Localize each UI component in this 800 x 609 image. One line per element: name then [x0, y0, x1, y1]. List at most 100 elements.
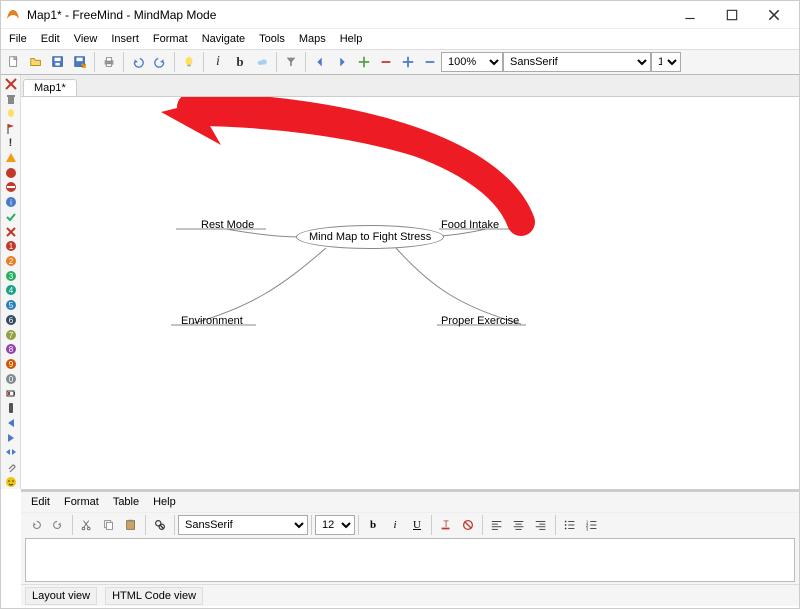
bold-button[interactable]: b [229, 51, 251, 73]
paperclip-icon[interactable] [3, 460, 19, 475]
saveas-button[interactable] [69, 51, 91, 73]
ed-redo-button[interactable] [47, 514, 69, 536]
filter-button[interactable] [280, 51, 302, 73]
prio0-icon[interactable]: 0 [3, 371, 19, 386]
icon-palette: ! i 1 2 3 4 5 6 7 8 9 0 [1, 75, 21, 489]
remove-button[interactable] [375, 51, 397, 73]
x-red-icon[interactable] [3, 77, 19, 92]
new-button[interactable] [3, 51, 25, 73]
ed-font-select[interactable]: SansSerif [178, 515, 308, 535]
save-button[interactable] [47, 51, 69, 73]
ed-number-list-button[interactable]: 123 [581, 514, 603, 536]
phone-icon[interactable] [3, 401, 19, 416]
undo-button[interactable] [127, 51, 149, 73]
prio8-icon[interactable]: 8 [3, 342, 19, 357]
idea-button[interactable] [178, 51, 200, 73]
flag-icon[interactable] [3, 121, 19, 136]
no-entry-icon[interactable] [3, 180, 19, 195]
open-button[interactable] [25, 51, 47, 73]
node-rest-mode[interactable]: Rest Mode [201, 219, 254, 231]
arrow-left-icon[interactable] [3, 416, 19, 431]
check-icon[interactable] [3, 209, 19, 224]
ed-cut-button[interactable] [76, 514, 98, 536]
svg-text:3: 3 [8, 272, 13, 281]
svg-text:8: 8 [8, 345, 13, 354]
prio7-icon[interactable]: 7 [3, 327, 19, 342]
ed-undo-button[interactable] [25, 514, 47, 536]
ed-align-left-button[interactable] [486, 514, 508, 536]
menu-view[interactable]: View [68, 32, 104, 46]
ed-align-center-button[interactable] [508, 514, 530, 536]
menu-format[interactable]: Format [147, 32, 194, 46]
ed-find-button[interactable] [149, 514, 171, 536]
minimize-button[interactable] [669, 2, 711, 28]
menu-maps[interactable]: Maps [293, 32, 332, 46]
ed-size-select[interactable]: 12 [315, 515, 355, 535]
forward-button[interactable] [331, 51, 353, 73]
menu-edit[interactable]: Edit [35, 32, 66, 46]
editor-textarea[interactable] [25, 538, 795, 582]
add-child-button[interactable] [397, 51, 419, 73]
main-area: ! i 1 2 3 4 5 6 7 8 9 0 Map1* [1, 75, 799, 489]
tab-layout-view[interactable]: Layout view [25, 587, 97, 605]
trash-icon[interactable] [3, 92, 19, 107]
bulb-icon[interactable] [3, 106, 19, 121]
tab-html-code-view[interactable]: HTML Code view [105, 587, 203, 605]
add-sibling-button[interactable] [353, 51, 375, 73]
node-environment[interactable]: Environment [181, 315, 243, 327]
prio4-icon[interactable]: 4 [3, 283, 19, 298]
prio5-icon[interactable]: 5 [3, 298, 19, 313]
smiley-icon[interactable] [3, 474, 19, 489]
stop-icon[interactable] [3, 165, 19, 180]
italic-button[interactable]: i [207, 51, 229, 73]
ed-bullet-list-button[interactable] [559, 514, 581, 536]
ed-underline-button[interactable]: U [406, 514, 428, 536]
ed-copy-button[interactable] [98, 514, 120, 536]
arrows-icon[interactable] [3, 445, 19, 460]
editor-menu-help[interactable]: Help [147, 495, 182, 509]
ed-clearformat-button[interactable] [457, 514, 479, 536]
menu-navigate[interactable]: Navigate [196, 32, 251, 46]
svg-text:4: 4 [8, 286, 13, 295]
maximize-button[interactable] [711, 2, 753, 28]
tab-map1[interactable]: Map1* [23, 79, 77, 96]
ed-align-right-button[interactable] [530, 514, 552, 536]
menu-insert[interactable]: Insert [105, 32, 145, 46]
prio3-icon[interactable]: 3 [3, 268, 19, 283]
ed-bold-button[interactable]: b [362, 514, 384, 536]
ed-fontcolor-button[interactable]: T [435, 514, 457, 536]
prio1-icon[interactable]: 1 [3, 239, 19, 254]
close-button[interactable] [753, 2, 795, 28]
back-button[interactable] [309, 51, 331, 73]
warning-icon[interactable] [3, 151, 19, 166]
arrow-right-icon[interactable] [3, 430, 19, 445]
prio2-icon[interactable]: 2 [3, 254, 19, 269]
redo-button[interactable] [149, 51, 171, 73]
prio6-icon[interactable]: 6 [3, 313, 19, 328]
node-proper-exercise[interactable]: Proper Exercise [441, 315, 519, 327]
cloud-button[interactable] [251, 51, 273, 73]
remove-child-button[interactable] [419, 51, 441, 73]
editor-menu-edit[interactable]: Edit [25, 495, 56, 509]
window-title: Map1* - FreeMind - MindMap Mode [27, 8, 669, 22]
exclam-icon[interactable]: ! [3, 136, 19, 151]
editor-menu-format[interactable]: Format [58, 495, 105, 509]
menu-help[interactable]: Help [334, 32, 369, 46]
svg-text:0: 0 [8, 375, 13, 384]
battery-icon[interactable] [3, 386, 19, 401]
menu-tools[interactable]: Tools [253, 32, 291, 46]
zoom-select[interactable]: 100% [441, 52, 503, 72]
print-button[interactable] [98, 51, 120, 73]
ed-italic-button[interactable]: i [384, 514, 406, 536]
prio9-icon[interactable]: 9 [3, 357, 19, 372]
ed-paste-button[interactable] [120, 514, 142, 536]
editor-menu-table[interactable]: Table [107, 495, 145, 509]
node-food-intake[interactable]: Food Intake [441, 219, 499, 231]
size-select[interactable]: 12 [651, 52, 681, 72]
cross-icon[interactable] [3, 224, 19, 239]
font-select[interactable]: SansSerif [503, 52, 651, 72]
mindmap-canvas[interactable]: Mind Map to Fight Stress Rest Mode Food … [21, 97, 799, 489]
menu-file[interactable]: File [3, 32, 33, 46]
info-icon[interactable]: i [3, 195, 19, 210]
mindmap-root-node[interactable]: Mind Map to Fight Stress [296, 225, 444, 249]
